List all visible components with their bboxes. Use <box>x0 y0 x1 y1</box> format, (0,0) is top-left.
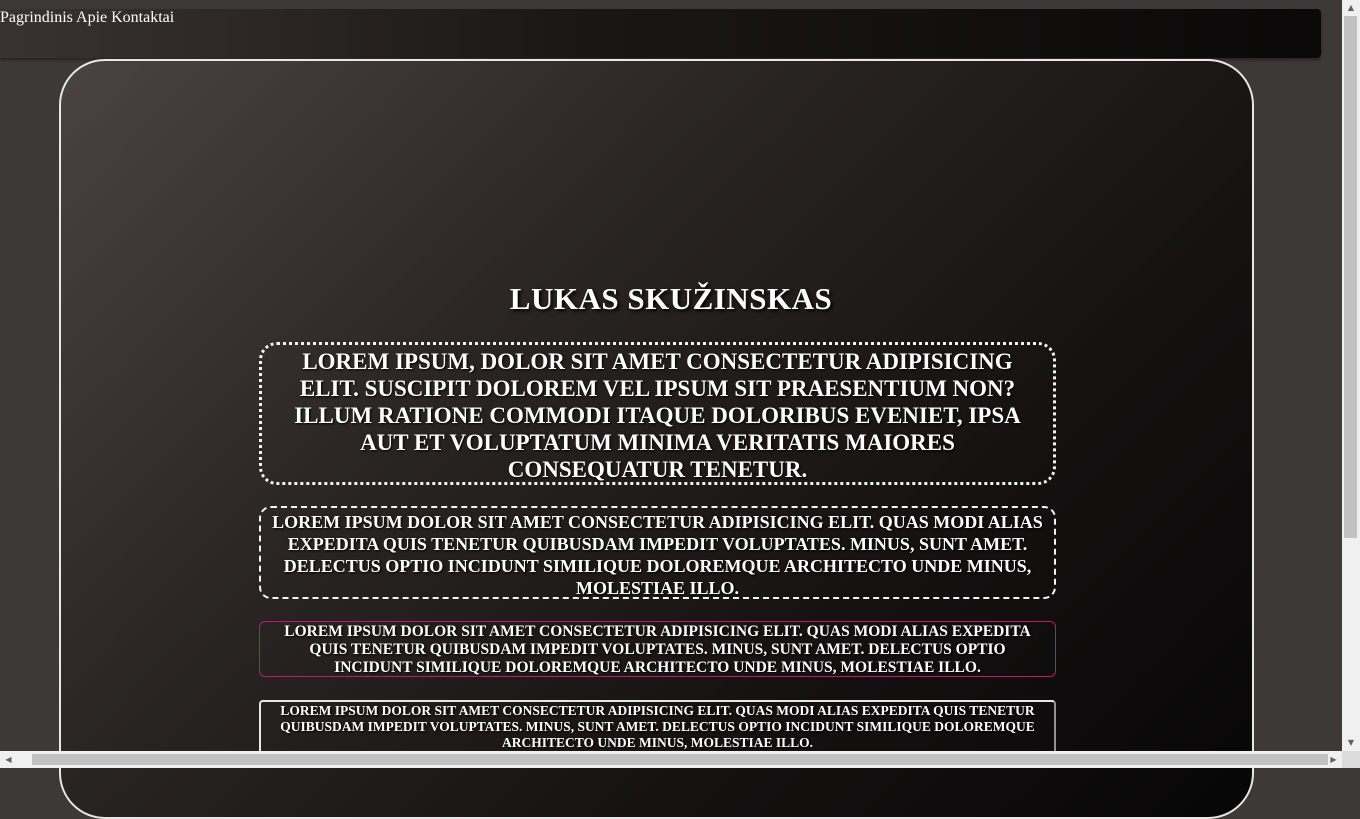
scroll-down-arrow-icon[interactable]: ▼ <box>1342 735 1360 751</box>
nav-link-about[interactable]: Apie <box>76 9 107 26</box>
horizontal-scroll-thumb[interactable] <box>32 754 1328 765</box>
horizontal-scrollbar[interactable]: ◀ ▶ <box>0 751 1342 768</box>
scroll-right-arrow-icon[interactable]: ▶ <box>1325 751 1342 768</box>
vertical-scrollbar[interactable]: ▲ ▼ <box>1342 0 1360 751</box>
page-title: LUKAS SKUŽINSKAS <box>509 281 833 316</box>
nav-link-home[interactable]: Pagrindinis <box>0 9 73 26</box>
scroll-left-arrow-icon[interactable]: ◀ <box>0 751 17 768</box>
scrollbar-corner <box>1342 751 1360 768</box>
scroll-up-arrow-icon[interactable]: ▲ <box>1342 0 1360 16</box>
top-navigation-bar: Pagrindinis Apie Kontaktai <box>0 9 1321 58</box>
text-box-pink-border: LOREM IPSUM DOLOR SIT AMET CONSECTETUR A… <box>259 621 1056 677</box>
text-box-dashed: LOREM IPSUM DOLOR SIT AMET CONSECTETUR A… <box>259 506 1056 599</box>
nav-link-contacts[interactable]: Kontaktai <box>111 9 174 26</box>
text-box-dotted: LOREM IPSUM, DOLOR SIT AMET CONSECTETUR … <box>259 342 1056 485</box>
text-box-outset: LOREM IPSUM DOLOR SIT AMET CONSECTETUR A… <box>259 700 1056 758</box>
vertical-scroll-thumb[interactable] <box>1344 16 1357 538</box>
